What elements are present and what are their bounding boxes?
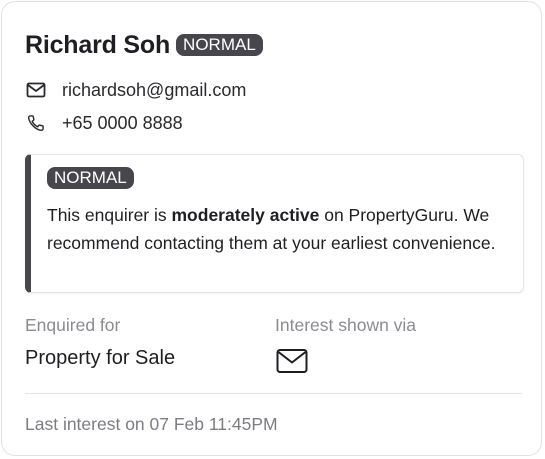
divider [25, 393, 522, 394]
notice-text: This enquirer is moderately active on Pr… [47, 201, 517, 257]
interest-via-label: Interest shown via [275, 315, 417, 335]
notice-text-bold: moderately active [171, 205, 320, 225]
enquirer-name: Richard Soh [25, 31, 171, 59]
enquired-for-label: Enquired for [25, 315, 121, 335]
enquired-for-value: Property for Sale [25, 347, 176, 369]
notice-text-prefix: This enquirer is [47, 205, 172, 225]
status-badge: NORMAL [176, 34, 263, 56]
notice-badge: NORMAL [47, 167, 134, 189]
mail-icon [25, 79, 47, 101]
enquirer-header: Richard Soh NORMAL [25, 28, 263, 62]
email-address[interactable]: richardsoh@gmail.com [62, 80, 246, 101]
mail-icon [276, 348, 308, 374]
activity-notice: NORMAL This enquirer is moderately activ… [25, 154, 524, 293]
phone-icon [25, 112, 47, 134]
last-interest-timestamp: Last interest on 07 Feb 11:45PM [25, 414, 278, 434]
enquirer-card: Richard Soh NORMAL richardsoh@gmail.com … [1, 1, 542, 456]
email-row[interactable]: richardsoh@gmail.com [25, 79, 246, 101]
phone-row[interactable]: +65 0000 8888 [25, 112, 183, 134]
phone-number[interactable]: +65 0000 8888 [62, 113, 183, 134]
